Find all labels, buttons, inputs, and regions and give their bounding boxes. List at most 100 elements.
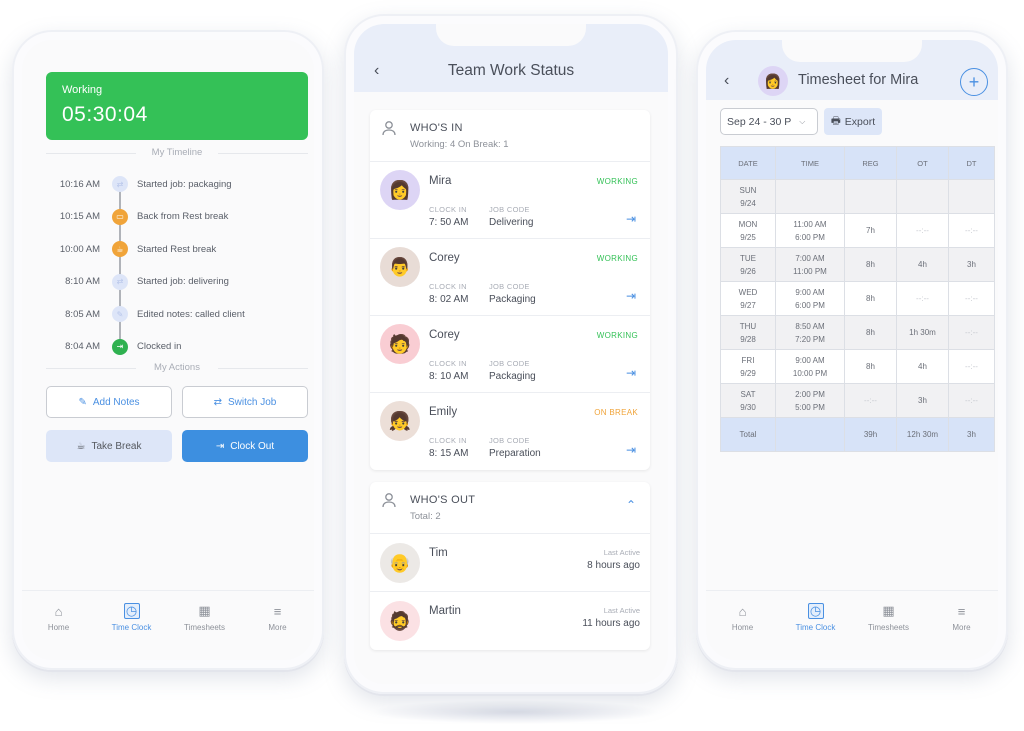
cell-date: SUN 9/24: [720, 179, 776, 214]
employee-row[interactable]: 🧑 Corey WORKING CLOCK IN JOB CODE 8: 10 …: [370, 316, 650, 393]
timeline-item: 8:05 AM ✎ Edited notes: called client: [46, 298, 308, 331]
nav-item-time-clock[interactable]: ◷ Time Clock: [102, 603, 162, 660]
employee-name: Corey: [429, 252, 460, 264]
clock-out-icon[interactable]: ⇥: [626, 289, 636, 303]
timeline-item: 10:15 AM ▭ Back from Rest break: [46, 201, 308, 234]
timeline-heading: My Timeline: [46, 147, 308, 158]
clock-in-label: CLOCK IN: [429, 359, 467, 368]
back-button[interactable]: ‹: [724, 72, 729, 90]
job-code: Preparation: [489, 448, 541, 459]
date-range-select[interactable]: Sep 24 - 30 P ⌵: [720, 108, 818, 135]
cell-time: [775, 417, 845, 452]
nav-label: Home: [47, 623, 70, 632]
actions-heading: My Actions: [46, 362, 308, 373]
cell-date: TUE 9/26: [720, 247, 776, 282]
add-notes-label: Add Notes: [92, 396, 140, 408]
nav-label: Time Clock: [111, 623, 152, 632]
calendar-icon: ▦: [198, 603, 211, 618]
employee-row[interactable]: 👧 Emily ON BREAK CLOCK IN JOB CODE 8: 15…: [370, 393, 650, 470]
take-break-button[interactable]: ☕ Take Break: [46, 430, 172, 462]
status-badge: WORKING: [596, 177, 638, 186]
calendar-icon: ▦: [882, 603, 895, 618]
cell-reg: --:--: [844, 383, 897, 418]
time-out: 7:20 PM: [795, 334, 825, 344]
table-row[interactable]: SAT 9/30 2:00 PM 5:00 PM --:-- 3h --:--: [720, 383, 995, 418]
add-notes-button[interactable]: ✎ Add Notes: [46, 386, 172, 418]
timeline-time: 8:10 AM: [65, 276, 100, 288]
total-dt: 3h: [948, 417, 995, 452]
column-header: OT: [896, 146, 949, 180]
clock-out-button[interactable]: ⇥ Clock Out: [182, 430, 308, 462]
column-header: DATE: [720, 146, 776, 180]
date: 9/30: [740, 402, 756, 412]
switch-icon: ⇄: [112, 176, 128, 193]
table-row[interactable]: WED 9/27 9:00 AM 6:00 PM 8h --:-- --:--: [720, 281, 995, 316]
employee-row[interactable]: 🧔 Martin Last Active 11 hours ago: [370, 592, 650, 650]
timeline-text: Started job: packaging: [137, 178, 232, 190]
nav-item-home[interactable]: ⌂ Home: [713, 603, 773, 660]
time-in: 2:00 PM: [795, 389, 825, 399]
table-row[interactable]: SUN 9/24: [720, 179, 995, 214]
whos-out-header[interactable]: WHO'S OUT Total: 2 ⌃: [370, 482, 650, 534]
notch: [436, 24, 586, 46]
cell-ot: --:--: [896, 213, 949, 248]
time-in: 9:00 AM: [795, 355, 825, 365]
switch-job-label: Switch Job: [228, 396, 277, 408]
date: 9/28: [740, 334, 756, 344]
timeline-item: 8:04 AM ⇥ Clocked in: [46, 331, 308, 364]
timesheet-table: DATE TIME REG OT DT SUN 9/24 MON 9/25 11:00 AM…: [720, 146, 995, 452]
cell-dt: 3h: [948, 247, 995, 282]
cell-date: FRI 9/29: [720, 349, 776, 384]
whos-out-card: WHO'S OUT Total: 2 ⌃ 👴 Tim Last Active 8…: [370, 482, 650, 650]
nav-label: Timesheets: [867, 623, 910, 632]
switch-icon: ⇄: [112, 273, 128, 290]
status-badge: WORKING: [596, 254, 638, 263]
clock-in-time: 7: 50 AM: [429, 217, 469, 228]
job-code-label: JOB CODE: [489, 359, 530, 368]
nav-item-more[interactable]: ≡ More: [248, 603, 308, 660]
table-row[interactable]: FRI 9/29 9:00 AM 10:00 PM 8h 4h --:--: [720, 349, 995, 384]
employee-row[interactable]: 👴 Tim Last Active 8 hours ago: [370, 534, 650, 592]
cell-ot: 3h: [896, 383, 949, 418]
cell-time: 7:00 AM 11:00 PM: [775, 247, 845, 282]
clock-in-label: CLOCK IN: [429, 205, 467, 214]
table-row[interactable]: THU 9/28 8:50 AM 7:20 PM 8h 1h 30m --:--: [720, 315, 995, 350]
switch-job-button[interactable]: ⇄ Switch Job: [182, 386, 308, 418]
nav-item-time-clock[interactable]: ◷ Time Clock: [786, 603, 846, 660]
cell-time: 9:00 AM 10:00 PM: [775, 349, 845, 384]
cell-ot: [896, 179, 949, 214]
clock-in-label: CLOCK IN: [429, 282, 467, 291]
cell-reg: 8h: [844, 349, 897, 384]
cell-ot: 4h: [896, 349, 949, 384]
nav-item-timesheets[interactable]: ▦ Timesheets: [175, 603, 235, 660]
clock-out-icon[interactable]: ⇥: [626, 212, 636, 226]
cell-time: 11:00 AM 6:00 PM: [775, 213, 845, 248]
job-code: Packaging: [489, 294, 536, 305]
nav-item-more[interactable]: ≡ More: [932, 603, 992, 660]
column-header: TIME: [775, 146, 845, 180]
timeline-item: 10:16 AM ⇄ Started job: packaging: [46, 168, 308, 201]
column-header: REG: [844, 146, 897, 180]
export-button[interactable]: 🖶 Export: [824, 108, 882, 135]
clock-out-icon[interactable]: ⇥: [626, 443, 636, 457]
chevron-up-icon[interactable]: ⌃: [626, 498, 636, 512]
table-row[interactable]: TUE 9/26 7:00 AM 11:00 PM 8h 4h 3h: [720, 247, 995, 282]
avatar: 🧔: [380, 601, 420, 641]
employee-row[interactable]: 👩 Mira WORKING CLOCK IN JOB CODE 7: 50 A…: [370, 162, 650, 239]
nav-item-timesheets[interactable]: ▦ Timesheets: [859, 603, 919, 660]
add-button[interactable]: +: [960, 68, 988, 96]
floor-shadow: [370, 700, 660, 724]
employee-name: Corey: [429, 329, 460, 341]
table-row[interactable]: MON 9/25 11:00 AM 6:00 PM 7h --:-- --:--: [720, 213, 995, 248]
day: SUN: [739, 185, 757, 195]
time-in: 11:00 AM: [793, 219, 827, 229]
nav-label: More: [268, 623, 287, 632]
home-icon: ⌂: [738, 603, 747, 619]
employee-row[interactable]: 👨 Corey WORKING CLOCK IN JOB CODE 8: 02 …: [370, 239, 650, 316]
avatar: 👩: [758, 66, 788, 96]
clock-out-icon[interactable]: ⇥: [626, 366, 636, 380]
time-out: 6:00 PM: [795, 300, 825, 310]
last-active-label: Last Active: [603, 606, 640, 615]
last-active-value: 11 hours ago: [582, 618, 640, 629]
nav-item-home[interactable]: ⌂ Home: [29, 603, 89, 660]
